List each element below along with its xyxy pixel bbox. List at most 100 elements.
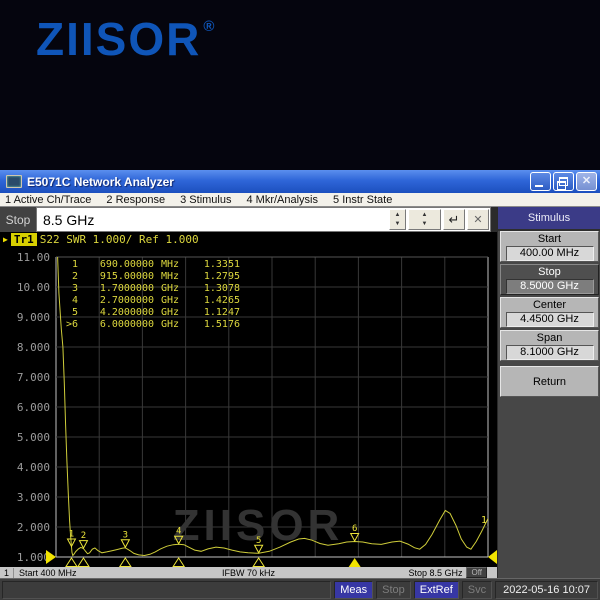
window-title: E5071C Network Analyzer [27, 175, 530, 189]
menu-item-stimulus[interactable]: 3 Stimulus [180, 194, 231, 206]
brand-logo-text: ZIISOR [36, 13, 201, 65]
marker-value: 1.4265 [186, 295, 240, 307]
marker-triangle-icon [121, 540, 129, 548]
status-meas-indicator: Meas [334, 581, 373, 599]
marker-unit: GHz [154, 295, 186, 307]
softkey-label: Stop [538, 266, 561, 278]
marker-axis-icon [66, 558, 77, 567]
cancel-entry-button[interactable]: ✕ [467, 209, 489, 230]
marker-frequency: 4.2000000 [78, 307, 154, 319]
marker-number: 5 [58, 307, 78, 319]
active-marker-axis-icon [349, 558, 361, 567]
marker-value: 1.2795 [186, 271, 240, 283]
marker-number: 2 [58, 271, 78, 283]
y-axis-label: 11.00 [17, 251, 50, 264]
plot-client-area: 11.0010.009.0008.0007.0006.0005.0004.000… [0, 232, 497, 567]
stop-frequency-input[interactable] [37, 208, 388, 231]
marker-number-label: 5 [256, 536, 261, 546]
status-timestamp: 2022-05-16 10:07 [495, 581, 598, 599]
softkey-start-button[interactable]: Start 400.00 MHz [500, 231, 599, 262]
softkey-span-button[interactable]: Span 8.1000 GHz [500, 330, 599, 361]
menu-item-response[interactable]: 2 Response [106, 194, 165, 206]
enter-button[interactable]: ↵ [443, 209, 465, 230]
marker-number-label: 4 [176, 527, 181, 537]
app-icon [6, 175, 22, 188]
softkey-label: Span [537, 332, 563, 344]
main-row: Stop ▲ ▼ ▲ ▼ ↵ ✕ 11.0010.009. [0, 207, 600, 578]
minimize-button[interactable] [530, 172, 551, 191]
marker-frequency: 1.7000000 [78, 283, 154, 295]
softkey-stop-button[interactable]: Stop 8.5000 GHz [500, 264, 599, 295]
marker-unit: MHz [154, 271, 186, 283]
reference-level-right-icon [488, 550, 497, 564]
softkey-value: 4.4500 GHz [506, 312, 594, 327]
status-spacer [2, 581, 331, 599]
footer-off-badge[interactable]: Off [466, 567, 487, 578]
trace-edge-label: 1 [481, 515, 487, 526]
step-up-icon[interactable]: ▲ [409, 210, 440, 220]
marker-unit: MHz [154, 259, 186, 271]
marker-value: 1.3078 [186, 283, 240, 295]
y-axis-label: 3.000 [17, 491, 50, 504]
marker-number: 3 [58, 283, 78, 295]
softkey-value: 400.00 MHz [506, 246, 594, 261]
marker-number-label: 1 [69, 529, 74, 539]
window-titlebar: E5071C Network Analyzer ✕ [0, 170, 600, 193]
close-icon: ✕ [577, 174, 596, 187]
status-stop-indicator: Stop [376, 581, 411, 599]
marker-frequency: 690.00000 [78, 259, 154, 271]
softkey-label: Return [533, 376, 566, 388]
softkey-label: Start [538, 233, 561, 245]
status-extref-indicator: ExtRef [414, 581, 459, 599]
reference-level-left-icon [46, 550, 56, 564]
brand-logo: ZIISOR® [36, 12, 212, 66]
window-controls: ✕ [530, 172, 597, 191]
sidebar-filler [498, 399, 600, 578]
y-axis-label: 6.000 [17, 401, 50, 414]
fine-stepper[interactable]: ▲ ▼ [389, 209, 406, 230]
restore-icon [559, 177, 568, 186]
step-up-icon[interactable]: ▲ [390, 210, 405, 220]
marker-value: 1.3351 [186, 259, 240, 271]
active-trace-arrow-icon: ▶ [3, 235, 8, 244]
marker-number-label: 6 [352, 524, 357, 534]
y-axis-label: 7.000 [17, 371, 50, 384]
footer-right-group: Stop 8.5 GHz Off [408, 567, 497, 578]
marker-axis-icon [120, 558, 131, 567]
trace-header: ▶ Tr1 S22 SWR 1.000/ Ref 1.000 [3, 233, 199, 246]
softkey-sidebar: Stimulus Start 400.00 MHz Stop 8.5000 GH… [497, 207, 600, 578]
registered-trademark-icon: ® [203, 18, 214, 35]
y-axis-label: 10.00 [17, 281, 50, 294]
y-axis-label: 5.000 [17, 431, 50, 444]
y-axis-label: 2.000 [17, 521, 50, 534]
cancel-icon: ✕ [473, 213, 482, 226]
marker-table: 1690.00000MHz1.3351 2915.00000MHz1.2795 … [58, 259, 240, 331]
coarse-stepper[interactable]: ▲ ▼ [408, 209, 441, 230]
marker-unit: GHz [154, 307, 186, 319]
menu-item-mkr-analysis[interactable]: 4 Mkr/Analysis [246, 194, 318, 206]
softkey-center-button[interactable]: Center 4.4500 GHz [500, 297, 599, 328]
marker-axis-icon [78, 558, 89, 567]
brand-banner: ZIISOR® [0, 0, 600, 170]
y-axis-label: 9.000 [17, 311, 50, 324]
softkey-menu-title: Stimulus [498, 207, 600, 231]
step-down-icon[interactable]: ▼ [390, 220, 405, 230]
marker-triangle-icon [351, 533, 359, 541]
channel-footer-bar: 1 Start 400 MHz IFBW 70 kHz Stop 8.5 GHz… [0, 567, 497, 578]
softkey-return-button[interactable]: Return [500, 366, 599, 397]
screen: ZIISOR® E5071C Network Analyzer ✕ 1 Acti… [0, 0, 600, 600]
y-axis-label: 4.000 [17, 461, 50, 474]
restore-button[interactable] [553, 172, 574, 191]
marker-frequency: 915.00000 [78, 271, 154, 283]
trace-tab[interactable]: Tr1 [11, 233, 37, 246]
close-button[interactable]: ✕ [576, 172, 597, 191]
menu-item-active-ch-trace[interactable]: 1 Active Ch/Trace [5, 194, 91, 206]
marker-frequency: 6.0000000 [78, 319, 154, 331]
menu-item-instr-state[interactable]: 5 Instr State [333, 194, 392, 206]
step-down-icon[interactable]: ▼ [409, 220, 440, 230]
marker-axis-icon [253, 558, 264, 567]
enter-icon: ↵ [449, 212, 460, 228]
marker-number: 1 [58, 259, 78, 271]
marker-value: 1.5176 [186, 319, 240, 331]
menu-bar: 1 Active Ch/Trace 2 Response 3 Stimulus … [0, 193, 600, 207]
